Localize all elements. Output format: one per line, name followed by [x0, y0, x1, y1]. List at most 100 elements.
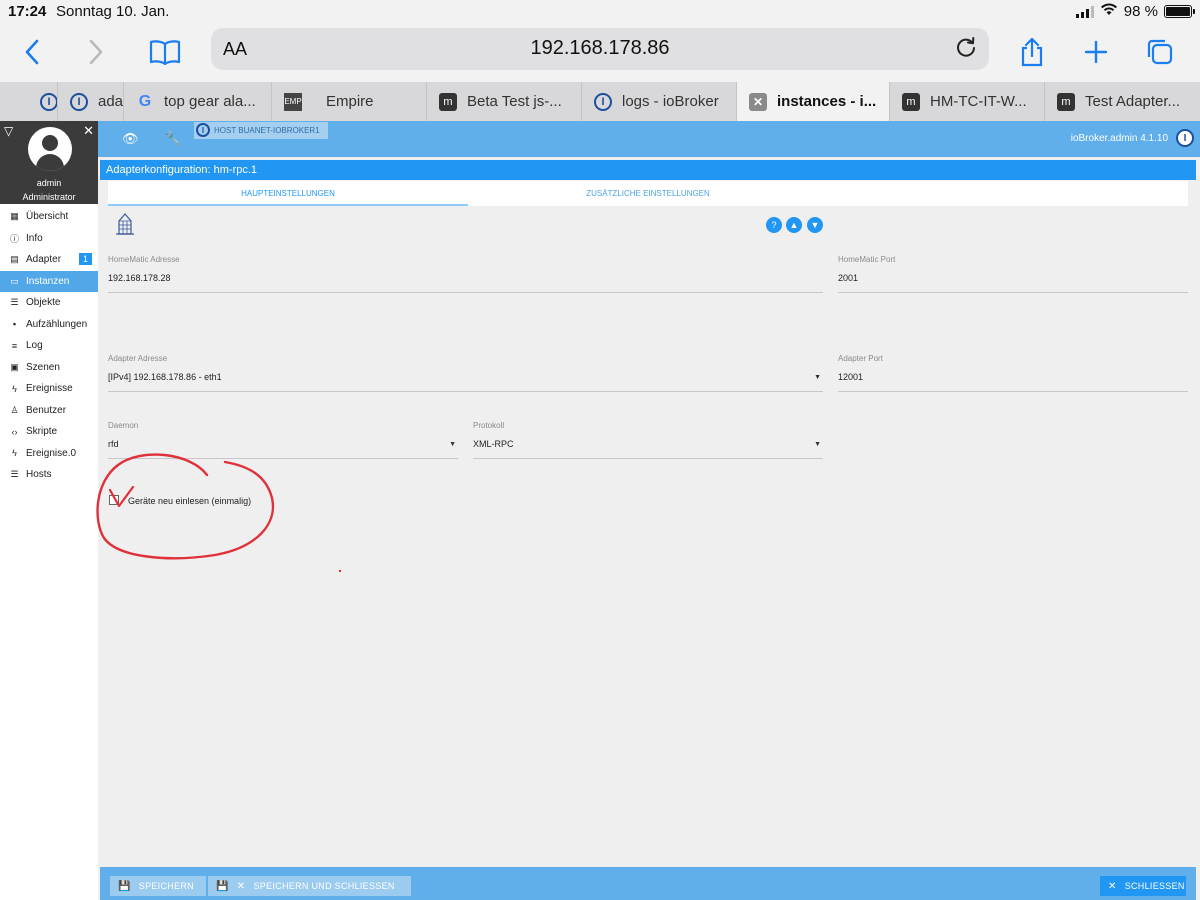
browser-toolbar: AA 192.168.178.86 [0, 24, 1200, 82]
browser-tab[interactable]: EMP Empire [272, 82, 427, 121]
iobroker-icon: I [40, 92, 57, 111]
avatar [28, 127, 72, 171]
reload-icon[interactable] [955, 36, 977, 64]
homematic-port-input[interactable]: 2001 [838, 273, 858, 283]
daemon-select[interactable]: Daemon rfd ▼ [108, 421, 458, 459]
log-icon: ≡ [11, 340, 18, 351]
close-button[interactable]: ✕ SCHLIESSEN [1100, 876, 1186, 896]
adapter-port-input[interactable]: 12001 [838, 372, 863, 382]
sidebar-item-enums[interactable]: ▪ Aufzählungen [0, 314, 98, 336]
address-bar[interactable]: AA 192.168.178.86 [211, 28, 989, 70]
empire-icon: EMP [284, 92, 302, 111]
floppy-disk-icon: 💾 [216, 880, 229, 892]
admin-version: ioBroker.admin 4.1.10 [1070, 133, 1168, 144]
forward-icon[interactable] [76, 34, 116, 70]
sidebar-item-objects[interactable]: ☰ Objekte [0, 292, 98, 314]
sidebar-item-scenes[interactable]: ▣ Szenen [0, 357, 98, 379]
eye-icon[interactable]: 👁 [122, 131, 139, 147]
upload-icon[interactable]: ▲ [786, 217, 802, 233]
sidebar-item-log[interactable]: ≡ Log [0, 335, 98, 357]
sidebar-item-events[interactable]: ϟ Ereignisse [0, 378, 98, 400]
iobroker-logo-icon: I [1176, 129, 1194, 147]
sidebar-item-overview[interactable]: ▦ Übersicht [0, 206, 98, 228]
iobroker-icon: I [70, 92, 88, 111]
list-icon: ☰ [10, 297, 19, 308]
close-icon: ✕ [236, 880, 246, 892]
host-selector-button[interactable]: I HOST BUANET-IOBROKER1 [194, 122, 328, 139]
browser-tab[interactable]: G top gear ala... [124, 82, 272, 121]
grid-icon: ▦ [10, 211, 19, 222]
bookmarks-icon[interactable] [145, 34, 185, 70]
protocol-select[interactable]: Protokoll XML-RPC ▼ [473, 421, 823, 459]
homematic-adapter-icon [116, 213, 134, 235]
sidebar-item-users[interactable]: ♙ Benutzer [0, 400, 98, 422]
bolt-icon: ϟ [12, 448, 17, 459]
menu-toggle-icon[interactable]: ▽ [4, 124, 13, 138]
forum-icon: m [439, 92, 457, 111]
sidebar: ▽ ✕ admin Administrator ▦ Übersicht ⓘ Info… [0, 121, 98, 900]
close-tab-icon[interactable]: ✕ [749, 92, 767, 111]
sidebar-item-events-0[interactable]: ϟ Ereignise.0 [0, 443, 98, 465]
forum-icon: m [902, 92, 920, 111]
browser-tab[interactable]: I ada [58, 82, 124, 121]
sidebar-item-info[interactable]: ⓘ Info [0, 228, 98, 250]
browser-tab-active[interactable]: ✕ instances - i... [737, 82, 890, 121]
store-icon: ▤ [10, 254, 19, 265]
reread-devices-checkbox[interactable] [109, 495, 119, 505]
chevron-down-icon: ▼ [814, 374, 821, 381]
sidebar-item-hosts[interactable]: ☰ Hosts [0, 464, 98, 486]
save-button[interactable]: 💾 SPEICHERN [110, 876, 206, 896]
browser-tab[interactable]: m Test Adapter... [1045, 82, 1200, 121]
wrench-icon[interactable]: 🔧 [164, 130, 181, 147]
sidebar-item-instances[interactable]: ▭ Instanzen [0, 270, 98, 292]
battery-icon [1164, 5, 1195, 18]
user-name: admin [36, 178, 62, 188]
adapter-address-select[interactable]: Adapter Adresse [IPv4] 192.168.178.86 - … [108, 354, 823, 392]
close-icon: ✕ [1108, 880, 1117, 892]
status-date: Sonntag 10. Jan. [56, 3, 170, 20]
adapter-port-field[interactable]: Adapter Port 12001 [838, 354, 1188, 392]
close-icon[interactable]: ✕ [83, 123, 94, 139]
chevron-down-icon: ▼ [449, 441, 456, 448]
browser-tab[interactable]: m HM-TC-IT-W... [890, 82, 1045, 121]
code-icon: ‹› [11, 426, 18, 437]
back-icon[interactable] [12, 34, 52, 70]
reread-devices-label: Geräte neu einlesen (einmalig) [128, 496, 252, 506]
info-icon: ⓘ [9, 233, 19, 244]
homematic-address-input[interactable]: 192.168.178.28 [108, 273, 171, 283]
status-time: 17:24 [8, 3, 47, 20]
bolt-icon: ϟ [12, 383, 17, 394]
tabs-overview-icon[interactable] [1140, 34, 1180, 70]
sidebar-item-scripts[interactable]: ‹› Skripte [0, 421, 98, 443]
save-and-close-button[interactable]: 💾 ✕ SPEICHERN UND SCHLIESSEN [208, 876, 411, 896]
dialog-footer: 💾 SPEICHERN 💾 ✕ SPEICHERN UND SCHLIESSEN… [100, 867, 1196, 900]
enum-icon: ▪ [12, 319, 17, 330]
help-icon[interactable]: ? [766, 217, 782, 233]
google-icon: G [138, 92, 152, 110]
app-bar: 👁 🔧 I HOST BUANET-IOBROKER1 ioBroker.adm… [98, 121, 1200, 157]
browser-tab[interactable]: I [0, 82, 58, 121]
cellular-signal-icon [1075, 5, 1094, 18]
tab-additional-settings[interactable]: ZUSÄTZLICHE EINSTELLUNGEN [468, 181, 828, 206]
scene-icon: ▣ [10, 361, 19, 372]
new-tab-icon[interactable] [1076, 34, 1116, 70]
share-icon[interactable] [1012, 34, 1052, 70]
tab-main-settings[interactable]: HAUPTEINSTELLUNGEN [108, 181, 468, 206]
instances-icon: ▭ [10, 275, 19, 286]
url-text[interactable]: 192.168.178.86 [211, 37, 989, 60]
battery-percent: 98 % [1123, 3, 1158, 20]
sidebar-item-adapter[interactable]: ▤ Adapter 1 [0, 249, 98, 271]
wifi-icon [1100, 3, 1118, 20]
iobroker-icon: I [196, 123, 210, 137]
user-role: Administrator [22, 192, 76, 202]
download-icon[interactable]: ▼ [807, 217, 823, 233]
browser-tab[interactable]: m Beta Test js-... [427, 82, 582, 121]
browser-tab[interactable]: I logs - ioBroker [582, 82, 737, 121]
adapter-update-badge: 1 [78, 253, 92, 265]
homematic-address-field[interactable]: HomeMatic Adresse 192.168.178.28 [108, 255, 823, 293]
hosts-icon: ☰ [10, 469, 19, 480]
homematic-port-field[interactable]: HomeMatic Port 2001 [838, 255, 1188, 293]
user-profile: ▽ ✕ admin Administrator [0, 121, 98, 204]
browser-tab-bar: I I ada G top gear ala... EMP Empire m B… [0, 82, 1200, 121]
iobroker-icon: I [594, 92, 612, 111]
